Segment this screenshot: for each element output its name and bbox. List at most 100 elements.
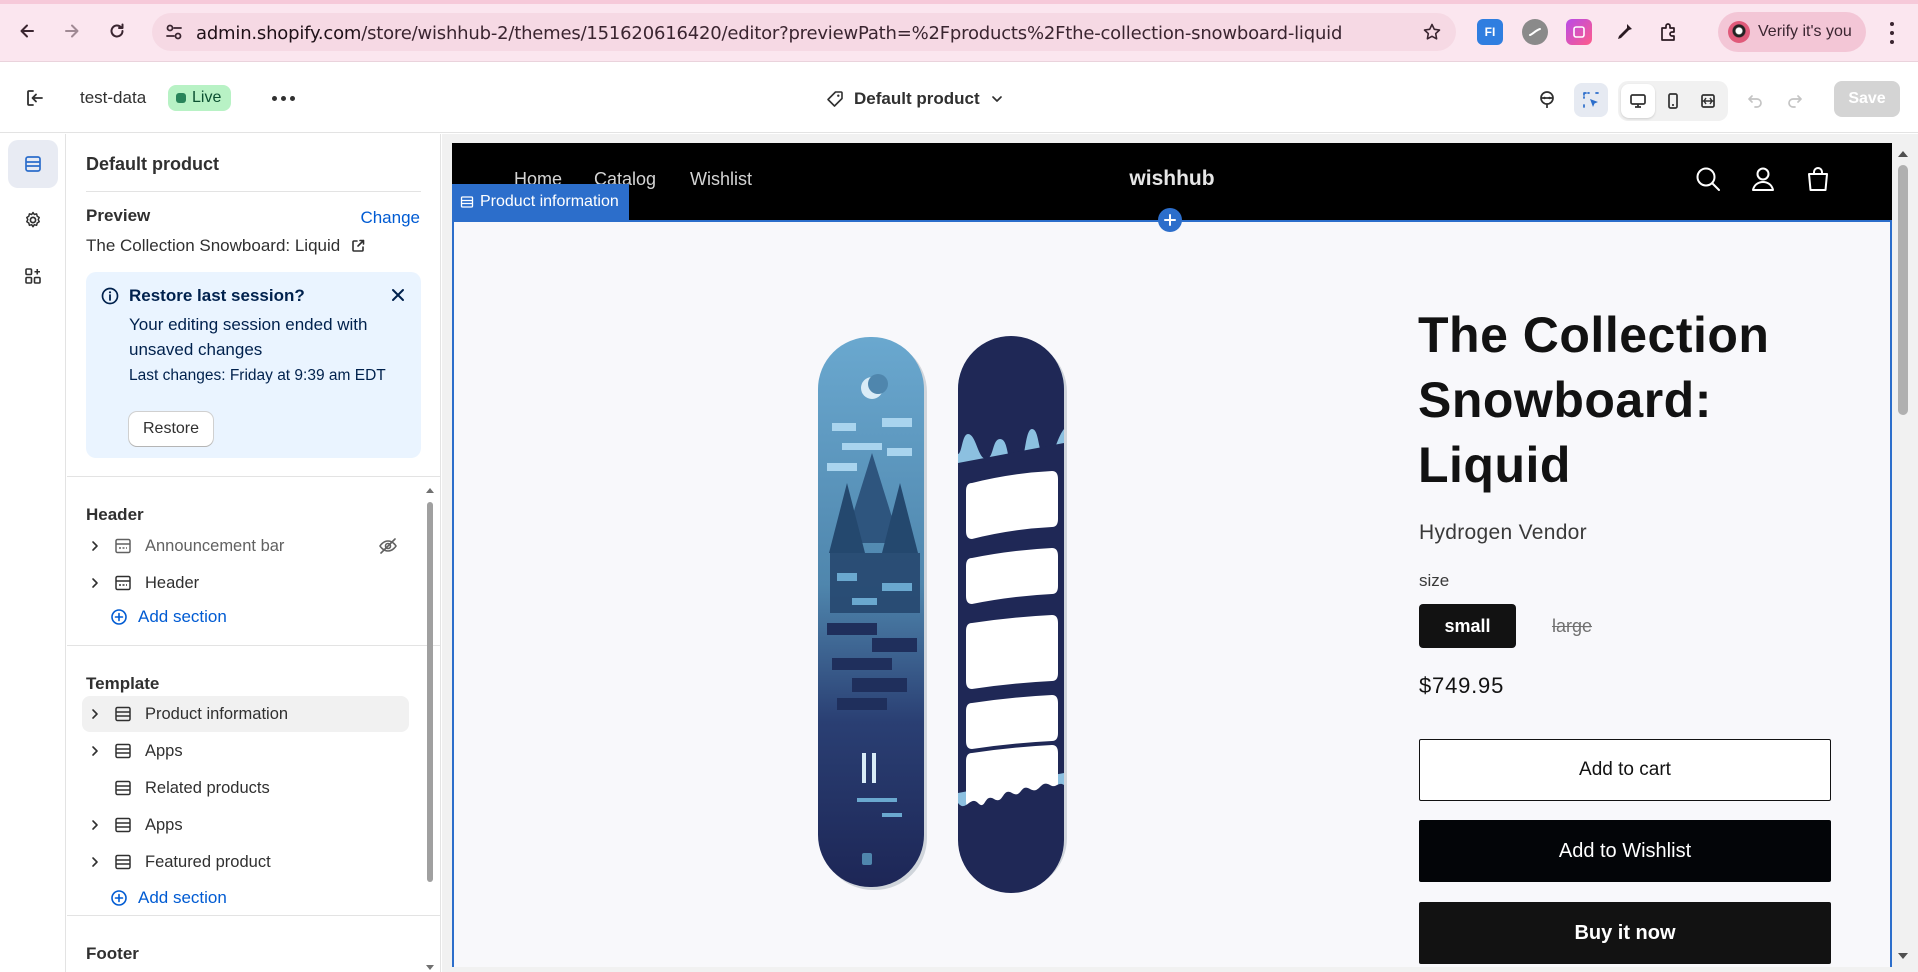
preview-scrollbar[interactable] [1894, 143, 1912, 967]
inspector-select-icon[interactable] [1574, 83, 1608, 117]
footer-group-label: Footer [86, 944, 139, 963]
scrollbar-thumb[interactable] [427, 502, 433, 882]
extensions-icon[interactable] [1656, 19, 1682, 45]
chevron-right-icon[interactable] [84, 814, 106, 836]
restore-session-banner: Restore last session? Your editing sessi… [86, 272, 421, 458]
restore-button[interactable]: Restore [129, 412, 213, 446]
extension-circle-icon[interactable] [1522, 19, 1548, 45]
verify-profile-button[interactable]: Verify it's you [1718, 12, 1866, 52]
section-label: Featured product [145, 852, 271, 871]
section-item-featured-product[interactable]: Featured product [82, 844, 409, 880]
section-item-apps-2[interactable]: Apps [82, 807, 409, 843]
section-item-apps[interactable]: Apps [82, 733, 409, 769]
buy-it-now-button[interactable]: Buy it now [1419, 902, 1831, 964]
sidebar-scrollbar[interactable] [425, 486, 435, 972]
editor-rail [0, 134, 66, 972]
add-section-label: Add section [138, 888, 227, 907]
extension-fi-label: FI [1484, 25, 1496, 39]
add-to-cart-button[interactable]: Add to cart [1419, 739, 1831, 801]
live-badge: Live [168, 85, 232, 111]
store-preview-frame: Home Catalog Wishlist wishhub Product in… [452, 143, 1892, 967]
full-width-view-icon[interactable] [1691, 84, 1725, 118]
preview-product-link[interactable]: The Collection Snowboard: Liquid [86, 236, 366, 256]
template-selector[interactable]: Default product [826, 83, 1004, 115]
chevron-right-icon[interactable] [84, 703, 106, 725]
account-icon[interactable] [1747, 163, 1779, 195]
section-layout-icon [460, 196, 474, 208]
add-section-button[interactable]: Add section [110, 888, 227, 908]
url-path: /store/wishhub-2/themes/151620616420/edi… [361, 23, 1343, 44]
size-option-small[interactable]: small [1419, 604, 1516, 648]
add-to-wishlist-button[interactable]: Add to Wishlist [1419, 820, 1831, 882]
scroll-down-arrow-icon[interactable] [1894, 949, 1912, 963]
add-section-button[interactable]: Add section [110, 607, 227, 627]
sections-icon[interactable] [8, 140, 58, 188]
add-section-plus-icon[interactable] [1158, 208, 1182, 232]
more-actions-button[interactable] [268, 85, 298, 111]
divider [67, 915, 440, 916]
info-icon [100, 286, 120, 306]
section-item-header[interactable]: Header [82, 565, 409, 601]
section-label: Related products [145, 778, 270, 797]
preview-inspector-icon[interactable] [1530, 83, 1564, 117]
divider [86, 191, 421, 192]
scroll-down-arrow-icon[interactable] [425, 962, 435, 972]
bookmark-star-icon[interactable] [1422, 22, 1442, 42]
redo-icon[interactable] [1778, 83, 1812, 117]
menu-icon[interactable] [1882, 20, 1902, 46]
back-icon[interactable] [12, 16, 42, 46]
section-label: Apps [145, 815, 183, 834]
plus-circle-icon [111, 609, 127, 625]
section-item-product-information[interactable]: Product information [82, 696, 409, 732]
hidden-eye-icon[interactable] [377, 535, 399, 557]
save-button[interactable]: Save [1834, 81, 1900, 117]
extension-gradient-icon[interactable] [1566, 19, 1592, 45]
profile-avatar [1728, 21, 1750, 43]
chevron-right-icon[interactable] [84, 535, 106, 557]
cart-icon[interactable] [1802, 163, 1834, 195]
preview-label: Preview [86, 206, 151, 225]
desktop-view-icon[interactable] [1621, 84, 1655, 118]
scrollbar-thumb[interactable] [1898, 165, 1908, 415]
section-label: Announcement bar [145, 536, 285, 555]
section-item-related-products[interactable]: Related products [82, 770, 409, 806]
selected-section-label: Product information [480, 193, 619, 210]
search-icon[interactable] [1692, 163, 1724, 195]
preview-product-name: The Collection Snowboard: Liquid [86, 236, 341, 255]
section-item-announcement-bar[interactable]: Announcement bar [82, 528, 409, 564]
selected-section-tag: Product information [452, 184, 629, 220]
template-name: Default product [854, 89, 980, 108]
chevron-right-icon[interactable] [84, 572, 106, 594]
exit-icon[interactable] [24, 87, 46, 109]
product-vendor: Hydrogen Vendor [1419, 521, 1587, 544]
extension-fi-icon[interactable]: FI [1477, 19, 1503, 45]
tab-strip-edge [0, 0, 1918, 4]
product-image[interactable] [812, 333, 1072, 898]
section-layout-icon [112, 535, 134, 557]
section-label: Product information [145, 704, 289, 723]
forward-icon[interactable] [57, 16, 87, 46]
app-embeds-icon[interactable] [8, 252, 58, 300]
url-text[interactable]: admin.shopify.com/store/wishhub-2/themes… [196, 23, 1342, 44]
size-option-large[interactable]: large [1532, 604, 1612, 648]
chevron-right-icon[interactable] [84, 851, 106, 873]
store-name: test-data [80, 88, 147, 107]
chevron-right-icon[interactable] [84, 740, 106, 762]
device-toggle-group [1618, 81, 1728, 121]
scroll-up-arrow-icon[interactable] [425, 486, 435, 496]
site-settings-icon[interactable] [164, 22, 184, 42]
change-preview-link[interactable]: Change [360, 208, 420, 228]
close-icon[interactable] [387, 284, 409, 306]
eyedropper-icon[interactable] [1611, 19, 1637, 45]
scroll-up-arrow-icon[interactable] [1894, 147, 1912, 161]
section-label: Header [145, 573, 200, 592]
mobile-view-icon[interactable] [1656, 84, 1690, 118]
restore-body: Your editing session ended with unsaved … [129, 315, 368, 359]
store-logo[interactable]: wishhub [452, 167, 1892, 191]
address-bar[interactable]: admin.shopify.com/store/wishhub-2/themes… [152, 13, 1456, 51]
reload-icon[interactable] [102, 16, 132, 46]
restore-last-changes: Last changes: Friday at 9:39 am EDT [129, 367, 386, 384]
section-label: Apps [145, 741, 183, 760]
undo-icon[interactable] [1738, 83, 1772, 117]
theme-settings-gear-icon[interactable] [8, 196, 58, 244]
